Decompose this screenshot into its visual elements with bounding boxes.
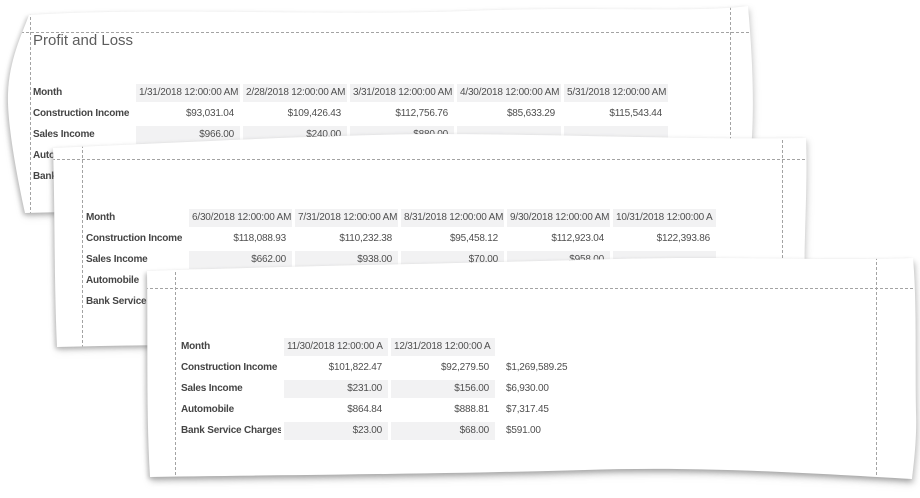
table-row: Construction Income $118,088.93 $110,232… <box>86 230 716 248</box>
report-preview-canvas: Profit and Loss Month 1/31/2018 12:00:00… <box>0 0 920 498</box>
value-cell: $110,232.38 <box>295 230 398 248</box>
value-cell: $95,458.12 <box>401 230 504 248</box>
row-label: Construction Income <box>33 105 133 123</box>
row-total-cell: $1,269,589.25 <box>498 359 628 377</box>
value-cell: $888.81 <box>391 401 495 419</box>
row-label: Sales Income <box>181 380 281 398</box>
left-margin-guide <box>175 252 176 498</box>
paper-page-3: Month 11/30/2018 12:00:00 A 12/31/2018 1… <box>145 252 920 498</box>
column-header-cell: 11/30/2018 12:00:00 A <box>284 338 388 356</box>
value-cell: $118,088.93 <box>189 230 292 248</box>
value-cell: $231.00 <box>284 380 388 398</box>
value-cell: $122,393.86 <box>613 230 716 248</box>
value-cell: $115,543.44 <box>564 105 668 123</box>
column-header-cell: 4/30/2018 12:00:00 AM <box>457 84 561 102</box>
page-title: Profit and Loss <box>33 32 133 49</box>
left-margin-guide <box>30 2 31 218</box>
top-margin-guide <box>52 159 810 160</box>
value-cell: $23.00 <box>284 422 388 440</box>
table-row: Bank Service Charges $23.00 $68.00 $591.… <box>181 422 628 440</box>
right-margin-guide <box>876 252 877 498</box>
report-page-3: Month 11/30/2018 12:00:00 A 12/31/2018 1… <box>145 252 920 498</box>
row-header-label: Month <box>181 338 281 356</box>
value-cell: $68.00 <box>391 422 495 440</box>
top-margin-guide <box>145 288 920 289</box>
row-total-cell: $6,930.00 <box>498 380 628 398</box>
value-cell: $156.00 <box>391 380 495 398</box>
row-label: Construction Income <box>181 359 281 377</box>
value-cell: $93,031.04 <box>136 105 240 123</box>
table-row: Automobile $864.84 $888.81 $7,317.45 <box>181 401 628 419</box>
table-row: Construction Income $101,822.47 $92,279.… <box>181 359 628 377</box>
column-header-cell: 1/31/2018 12:00:00 AM <box>136 84 240 102</box>
table-row: Sales Income $231.00 $156.00 $6,930.00 <box>181 380 628 398</box>
pivot-table-page-3: Month 11/30/2018 12:00:00 A 12/31/2018 1… <box>181 338 628 443</box>
row-header-label: Month <box>33 84 133 102</box>
column-header-cell: 10/31/2018 12:00:00 A <box>613 209 716 227</box>
column-header-cell: 8/31/2018 12:00:00 AM <box>401 209 504 227</box>
column-header-cell: 12/31/2018 12:00:00 A <box>391 338 495 356</box>
value-cell: $92,279.50 <box>391 359 495 377</box>
row-total-cell: $591.00 <box>498 422 628 440</box>
month-header-row: Month 6/30/2018 12:00:00 AM 7/31/2018 12… <box>86 209 716 227</box>
row-label: Automobile <box>181 401 281 419</box>
value-cell: $112,756.76 <box>350 105 454 123</box>
value-cell: $864.84 <box>284 401 388 419</box>
row-label: Construction Income <box>86 230 186 248</box>
column-header-cell: 2/28/2018 12:00:00 AM <box>243 84 347 102</box>
value-cell: $112,923.04 <box>507 230 610 248</box>
column-header-cell: 9/30/2018 12:00:00 AM <box>507 209 610 227</box>
row-total-cell: $7,317.45 <box>498 401 628 419</box>
column-header-cell: 6/30/2018 12:00:00 AM <box>189 209 292 227</box>
row-label: Bank Service Charges <box>181 422 281 440</box>
value-cell: $85,633.29 <box>457 105 561 123</box>
month-header-row: Month 11/30/2018 12:00:00 A 12/31/2018 1… <box>181 338 628 356</box>
month-header-row: Month 1/31/2018 12:00:00 AM 2/28/2018 12… <box>33 84 668 102</box>
left-margin-guide <box>82 130 83 354</box>
row-header-label: Month <box>86 209 186 227</box>
column-header-cell: 7/31/2018 12:00:00 AM <box>295 209 398 227</box>
value-cell: $101,822.47 <box>284 359 388 377</box>
table-row: Construction Income $93,031.04 $109,426.… <box>33 105 668 123</box>
column-header-cell: 3/31/2018 12:00:00 AM <box>350 84 454 102</box>
value-cell: $109,426.43 <box>243 105 347 123</box>
column-header-cell: 5/31/2018 12:00:00 AM <box>564 84 668 102</box>
